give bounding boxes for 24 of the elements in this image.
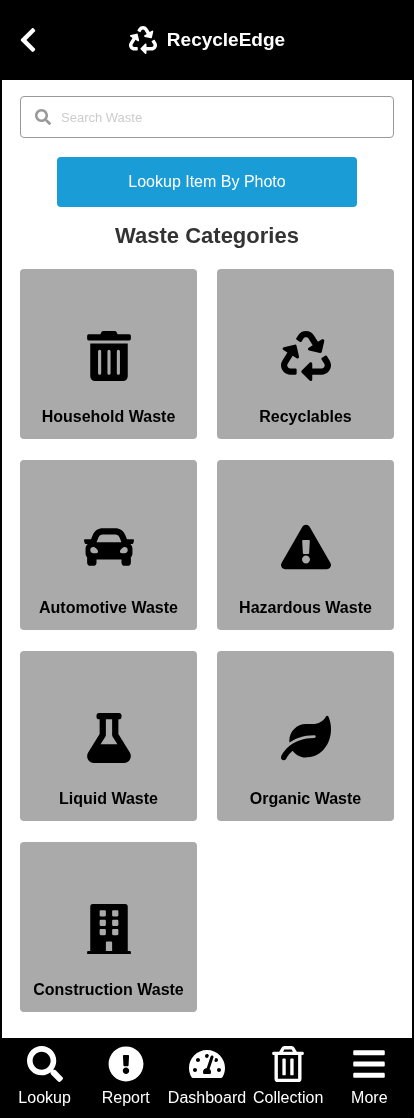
category-tile[interactable]: Hazardous Waste [217,460,394,630]
back-button[interactable] [18,26,38,54]
search-icon [35,109,51,125]
recycle-logo-icon [128,26,157,54]
section-heading: Waste Categories [114,222,300,250]
tab-bar-item[interactable]: Lookup [5,1046,84,1110]
back-icon [18,26,38,54]
category-tile[interactable]: Organic Waste [217,651,394,821]
app-title: RecycleEdge [166,27,286,52]
category-tile[interactable]: Liquid Waste [20,651,197,821]
tab-bar-item[interactable]: Collection [249,1046,328,1110]
tab-bar-item[interactable]: Report [86,1046,165,1110]
category-tile[interactable]: Recyclables [217,269,394,439]
tab-bar-item[interactable]: Dashboard [167,1046,246,1110]
alert-icon [107,1046,144,1082]
category-tile[interactable]: Household Waste [20,269,197,439]
leaf-icon [280,713,331,763]
search-icon [26,1046,63,1082]
warning-icon [280,522,331,572]
category-tile[interactable]: Automotive Waste [20,460,197,630]
category-tile[interactable]: Construction Waste [20,842,197,1012]
trash-icon [270,1046,307,1082]
recycle-icon [280,331,331,381]
tab-bar-item[interactable]: More [330,1046,409,1110]
